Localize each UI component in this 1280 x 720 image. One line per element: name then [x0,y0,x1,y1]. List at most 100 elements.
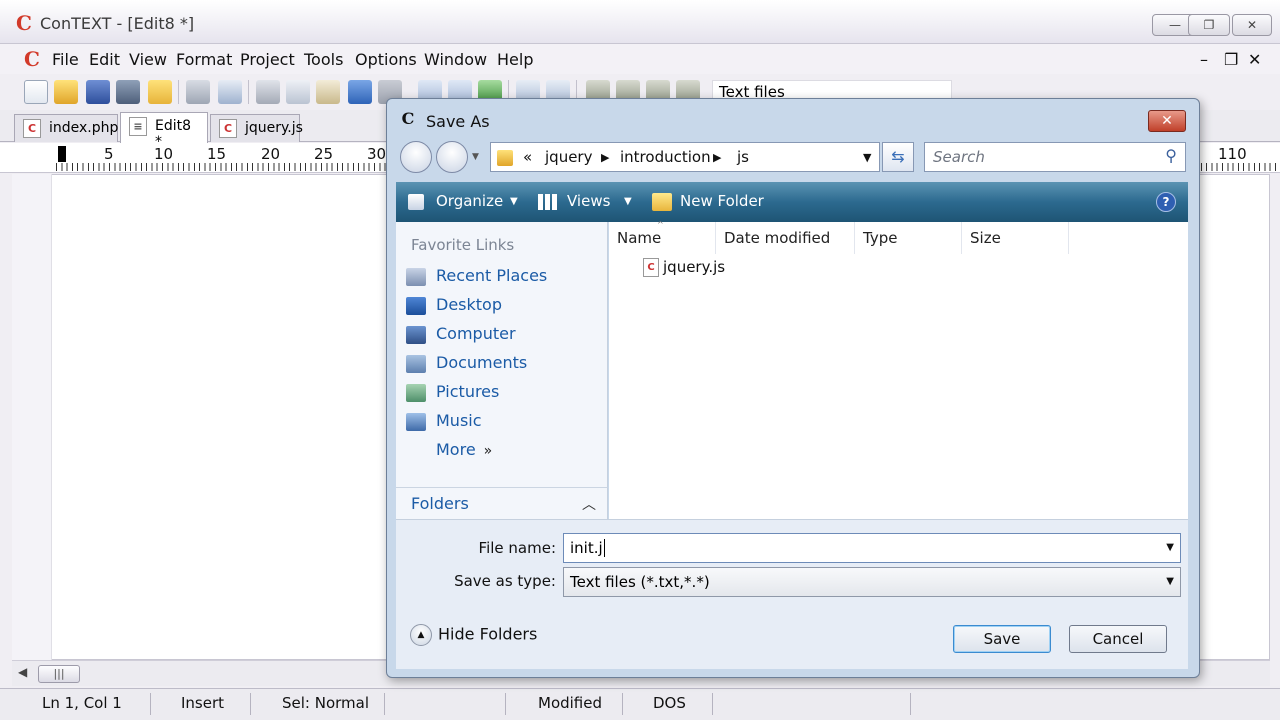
open-folder-icon[interactable] [54,80,78,104]
menu-help[interactable]: Help [497,50,533,69]
fav-music[interactable]: Music [406,411,482,437]
fav-more[interactable]: More » [436,440,492,466]
save-as-type-label: Save as type: [454,572,556,590]
copy-icon[interactable] [286,80,310,104]
status-separator [150,693,151,715]
breadcrumb-arrow-icon[interactable]: ▶ [601,151,609,164]
save-all-icon[interactable] [116,80,140,104]
open-project-icon[interactable] [148,80,172,104]
window-title: ConTEXT - [Edit8 *] [40,14,195,33]
column-type[interactable]: Type [855,222,962,254]
file-name: jquery.js [663,258,726,276]
menu-view[interactable]: View [129,50,167,69]
refresh-button[interactable]: ⇆ [882,142,914,172]
save-icon[interactable] [86,80,110,104]
more-chevron-icon: » [483,443,493,459]
file-list-pane[interactable]: Name ^ Date modified Type Size Cjquery.j… [609,220,1188,519]
file-name-input[interactable]: init.j ▼ [563,533,1181,563]
hide-folders-button[interactable]: ▲ Hide Folders [410,624,537,646]
undo-icon[interactable] [348,80,372,104]
tab-jquery-js[interactable]: C jquery.js [210,114,303,142]
document-logo-icon[interactable]: C [22,48,42,70]
organize-button[interactable]: Organize [436,192,503,210]
text-caret [603,539,605,557]
favorite-links-header: Favorite Links [411,236,515,254]
fav-pictures[interactable]: Pictures [406,382,499,408]
views-button[interactable]: Views [567,192,610,210]
scroll-thumb[interactable]: ||| [38,665,80,683]
save-button[interactable]: Save [953,625,1051,653]
status-separator [384,693,385,715]
fav-recent-places[interactable]: Recent Places [406,266,547,292]
search-input[interactable]: Search ⚲ [924,142,1186,172]
close-button[interactable]: ✕ [1232,14,1272,36]
print-preview-icon[interactable] [218,80,242,104]
fav-desktop[interactable]: Desktop [406,295,502,321]
column-name[interactable]: Name ^ [609,220,716,254]
column-size[interactable]: Size [962,222,1069,254]
breadcrumb-arrow-icon[interactable]: ▶ [713,151,721,164]
status-separator [712,693,713,715]
new-folder-icon[interactable] [652,193,672,211]
cancel-button[interactable]: Cancel [1069,625,1167,653]
fav-label: More [436,440,476,459]
save-as-type-dropdown-icon[interactable]: ▼ [1166,576,1174,587]
menu-options[interactable]: Options [355,50,417,69]
chevron-up-icon: ▲ [410,624,432,646]
chevron-up-icon[interactable]: ︿ [582,494,596,514]
menu-project[interactable]: Project [240,50,295,69]
organize-icon[interactable] [408,194,424,210]
dialog-title: Save As [426,112,490,131]
menu-edit[interactable]: Edit [89,50,120,69]
save-as-type-value: Text files (*.txt,*.*) [570,573,710,591]
maximize-button[interactable]: ❐ [1188,14,1230,36]
file-row-jquery-js[interactable]: Cjquery.js [643,258,725,277]
new-folder-button[interactable]: New Folder [680,192,764,210]
forward-button[interactable] [436,141,468,173]
menu-file[interactable]: File [52,50,79,69]
file-name-dropdown-icon[interactable]: ▼ [1166,542,1174,553]
address-bar[interactable]: « jquery ▶ introduction ▶ js ▼ [490,142,880,172]
search-icon[interactable]: ⚲ [1165,146,1177,165]
fav-computer[interactable]: Computer [406,324,516,350]
doc-close-icon[interactable]: ✕ [1248,50,1261,69]
breadcrumb-overflow[interactable]: « [523,148,532,166]
folders-toggle-bar[interactable]: Folders ︿ [396,487,608,519]
menu-window[interactable]: Window [424,50,487,69]
status-bar: Ln 1, Col 1 Insert Sel: Normal Modified … [0,688,1280,720]
help-icon[interactable]: ? [1156,192,1176,212]
paste-icon[interactable] [316,80,340,104]
menu-tools[interactable]: Tools [304,50,343,69]
address-dropdown-icon[interactable]: ▼ [863,151,871,164]
save-as-type-select[interactable]: Text files (*.txt,*.*) ▼ [563,567,1181,597]
scroll-left-icon[interactable]: ◀ [18,665,27,679]
back-button[interactable] [400,141,432,173]
line-ending-format: DOS [653,694,686,712]
breadcrumb-js[interactable]: js [737,148,749,166]
js-file-icon: C [643,258,659,277]
organize-dropdown-icon[interactable]: ▼ [510,196,518,207]
tab-index-php[interactable]: C index.php [14,114,118,142]
tab-edit8[interactable]: ≡ Edit8 * [120,112,208,150]
column-label: Date modified [724,229,831,247]
fav-label: Documents [436,353,528,372]
menu-format[interactable]: Format [176,50,232,69]
doc-minimize-icon[interactable]: – [1200,50,1208,69]
print-icon[interactable] [186,80,210,104]
breadcrumb-introduction[interactable]: introduction [620,148,711,166]
views-dropdown-icon[interactable]: ▼ [624,196,632,207]
breadcrumb-jquery[interactable]: jquery [545,148,592,166]
recent-locations-chevron-icon[interactable]: ▼ [472,152,479,162]
folder-icon [497,150,513,166]
fav-documents[interactable]: Documents [406,353,527,379]
line-gutter [12,174,52,660]
dialog-app-icon: C [401,109,415,128]
doc-restore-icon[interactable]: ❐ [1224,50,1238,69]
file-name-label: File name: [478,539,556,557]
column-date-modified[interactable]: Date modified [716,222,855,254]
cut-icon[interactable] [256,80,280,104]
dialog-close-button[interactable]: ✕ [1148,110,1186,132]
new-file-icon[interactable] [24,80,48,104]
app-logo-icon: C [16,11,32,35]
views-icon[interactable] [538,194,558,210]
